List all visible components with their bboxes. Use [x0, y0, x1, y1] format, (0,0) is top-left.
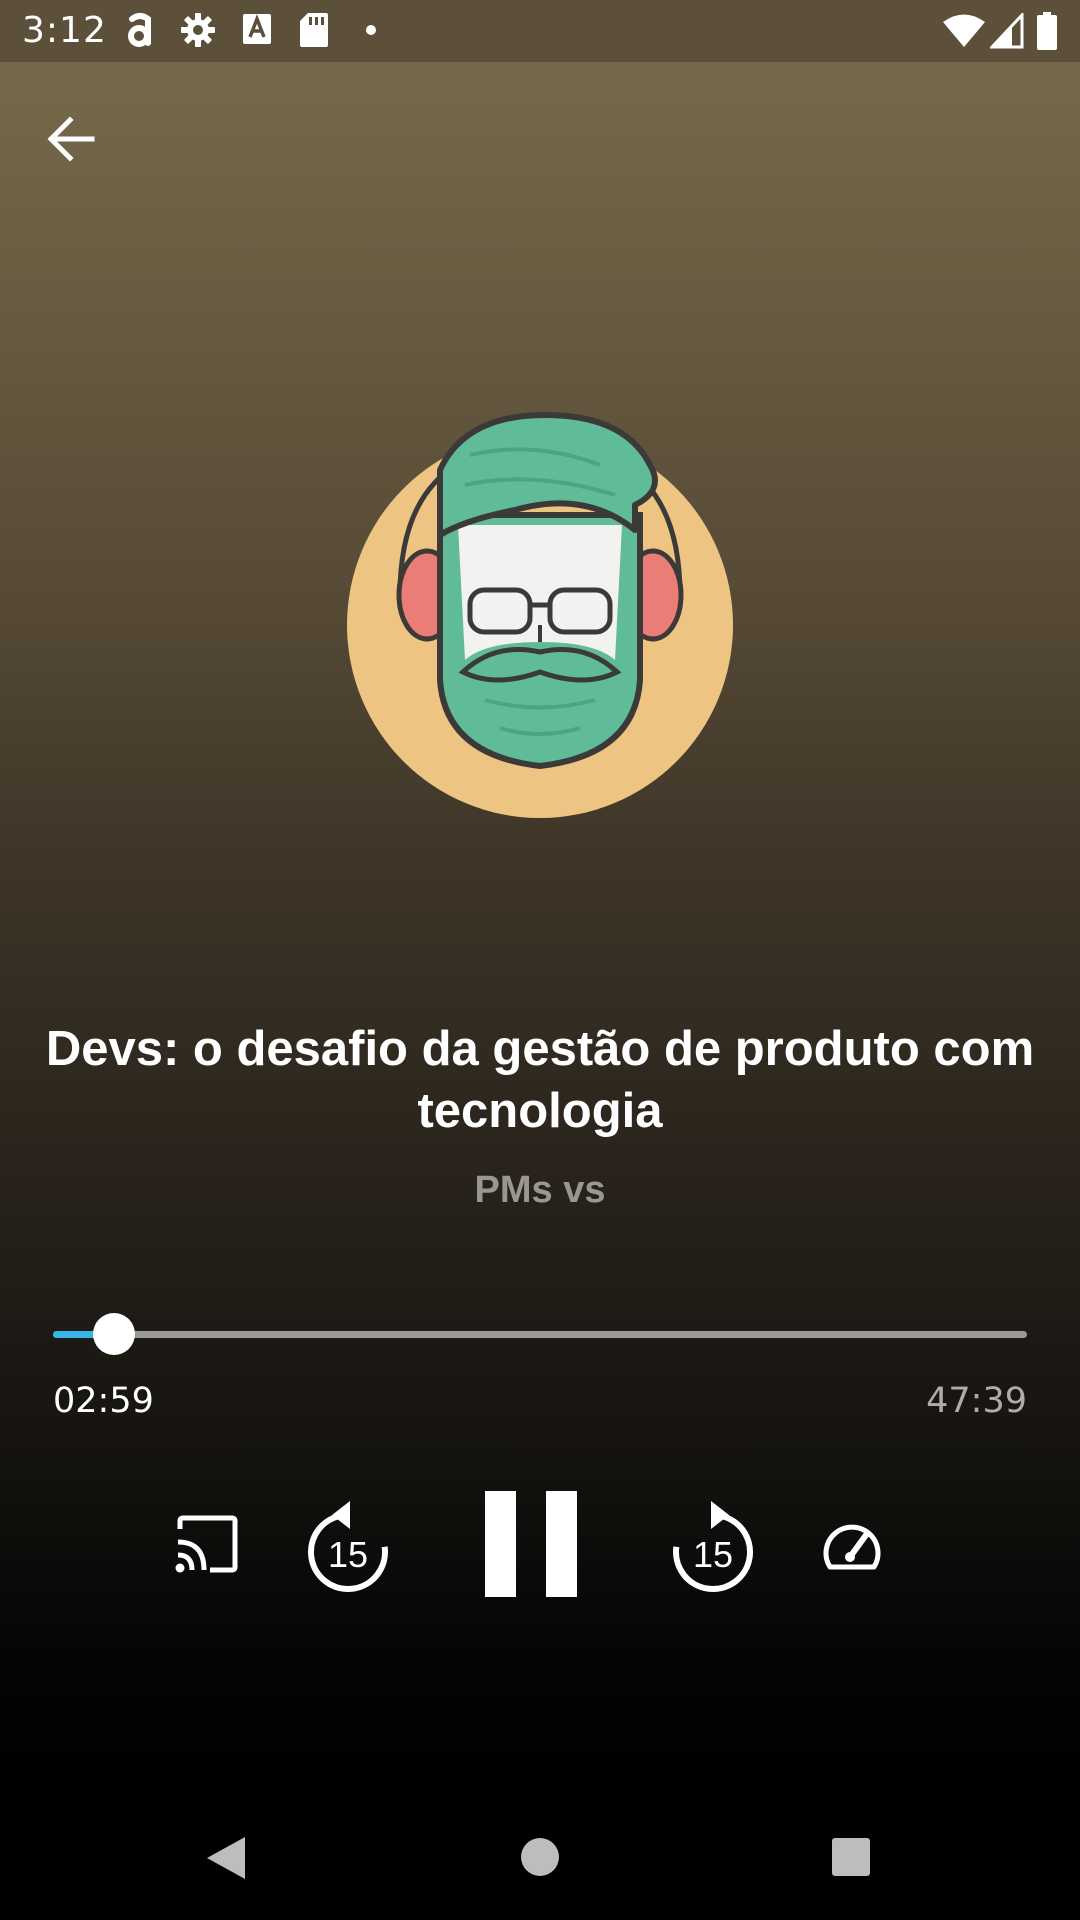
nav-recents-icon[interactable] — [831, 1837, 871, 1877]
system-nav-bar — [0, 1780, 1080, 1920]
forward-seconds-label: 15 — [692, 1534, 734, 1575]
amazon-icon — [128, 13, 151, 47]
pause-button[interactable] — [484, 1490, 580, 1598]
total-time: 47:39 — [926, 1381, 1027, 1421]
forward-15-button[interactable]: 15 — [670, 1497, 756, 1593]
rewind-15-button[interactable]: 15 — [305, 1497, 391, 1593]
playback-speed-button[interactable] — [822, 1517, 882, 1573]
a-keyboard-icon — [243, 14, 271, 44]
seek-bar-track[interactable] — [53, 1331, 1027, 1338]
battery-icon — [1037, 12, 1057, 50]
nav-back-icon[interactable] — [205, 1835, 247, 1881]
rewind-seconds-label: 15 — [327, 1534, 369, 1575]
sd-card-icon — [300, 13, 328, 47]
elapsed-time: 02:59 — [53, 1381, 154, 1421]
back-button[interactable] — [40, 106, 106, 172]
settings-gear-icon — [181, 13, 215, 47]
podcast-name[interactable]: PMs vs — [0, 1168, 1080, 1212]
playback-speed-icon — [823, 1524, 881, 1570]
podcast-artwork — [347, 412, 733, 818]
status-bar: 3:12 — [0, 0, 1080, 62]
player-screen: 3:12 Devs: o desafio da gestão de produt… — [0, 0, 1080, 1920]
arrow-back-icon — [47, 116, 95, 162]
dot-icon — [366, 25, 376, 35]
cast-button[interactable] — [172, 1515, 242, 1577]
seek-bar-thumb[interactable] — [93, 1313, 136, 1355]
wifi-icon — [943, 14, 985, 47]
nav-home-icon[interactable] — [520, 1837, 560, 1877]
pause-icon — [485, 1491, 577, 1597]
status-time: 3:12 — [22, 10, 107, 51]
episode-title: Devs: o desafio da gestão de produto com… — [45, 1022, 1035, 1138]
signal-icon — [990, 13, 1024, 49]
cast-icon — [175, 1515, 238, 1573]
